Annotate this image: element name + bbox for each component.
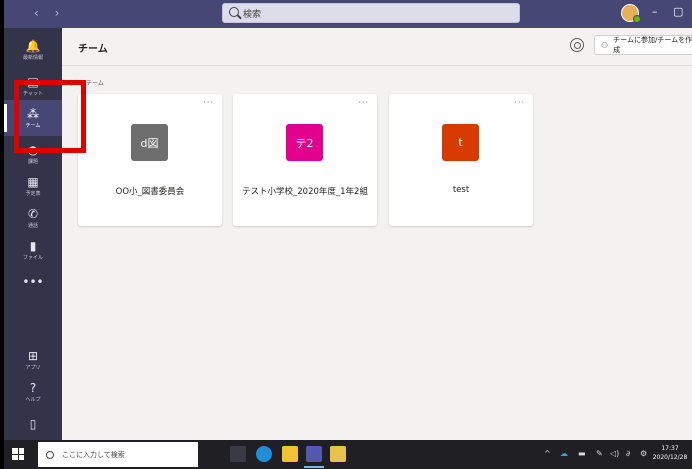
rail-item-activity[interactable]: 🔔 最新情報 <box>4 32 62 68</box>
device-icon: ▯ <box>29 417 37 431</box>
avatar[interactable] <box>621 4 641 23</box>
more-options-icon[interactable]: ··· <box>358 98 369 107</box>
gear-icon[interactable] <box>570 38 584 52</box>
team-name: OO小_図書委員会 <box>115 187 185 197</box>
more-options-icon[interactable]: ··· <box>203 98 214 107</box>
phone-icon: ✆ <box>27 206 39 221</box>
minimize-button[interactable]: – <box>652 5 658 18</box>
store-icon[interactable] <box>330 446 346 462</box>
rail-item-label: ヘルプ <box>25 396 41 403</box>
sync-icon[interactable]: ∂ <box>626 449 630 458</box>
screen-frame: ‹ › 検索 – ▢ 🔔 最新情報 ▤ チャット ⁂ チーム ◓ 課題 ▦ 予定… <box>0 0 692 469</box>
team-card[interactable]: ··· t test <box>389 94 533 226</box>
search-icon <box>229 7 239 17</box>
teams-window: ‹ › 検索 – ▢ 🔔 最新情報 ▤ チャット ⁂ チーム ◓ 課題 ▦ 予定… <box>4 0 692 469</box>
volume-icon[interactable]: ◁) <box>610 449 619 458</box>
team-name: test <box>452 185 470 195</box>
rail-item-apps[interactable]: ⊞ アプリ <box>4 342 62 378</box>
more-icon: ••• <box>22 275 44 289</box>
title-bar: ‹ › 検索 – ▢ <box>4 0 692 28</box>
rail-item-label: アプリ <box>25 364 41 371</box>
team-avatar: t <box>442 124 479 161</box>
taskbar-clock[interactable]: 17:37 2020/12/28 <box>652 444 688 462</box>
tray-chevron-icon[interactable]: ^ <box>544 449 551 458</box>
join-or-create-team-button[interactable]: ⚇ チームに参加/チームを作成 <box>594 35 692 55</box>
rail-item-help[interactable]: ? ヘルプ <box>4 374 62 410</box>
team-avatar: テ2 <box>286 124 323 161</box>
team-card[interactable]: ··· テ2 テスト小学校_2020年度_1年2組 <box>233 94 377 226</box>
rail-item-calls[interactable]: ✆ 通話 <box>4 200 62 236</box>
search-icon <box>46 450 54 459</box>
team-card[interactable]: ··· d図 OO小_図書委員会 <box>78 94 222 226</box>
folder-icon[interactable] <box>282 446 298 462</box>
clock-date: 2020/12/28 <box>652 454 688 461</box>
settings-tray-icon[interactable]: ⚙ <box>640 449 647 458</box>
file-icon: ▮ <box>29 238 37 253</box>
team-avatar: d図 <box>131 124 168 161</box>
network-icon[interactable]: ▬ <box>578 449 586 458</box>
cloud-icon[interactable]: ☁ <box>560 449 568 458</box>
search-box[interactable]: 検索 <box>222 3 520 23</box>
maximize-button[interactable]: ▢ <box>673 5 683 18</box>
taskbar-search-placeholder: ここに入力して検索 <box>62 450 125 459</box>
teams-taskbar-icon[interactable] <box>304 446 324 468</box>
rail-item-files[interactable]: ▮ ファイル <box>4 232 62 268</box>
rail-item-label: 最新情報 <box>22 54 43 61</box>
join-button-label: チームに参加/チームを作成 <box>613 36 692 54</box>
windows-taskbar: ここに入力して検索 ^ ☁ ▬ ✎ ◁) ∂ ⚙ 17:37 2020/12/2… <box>4 440 692 469</box>
page-title: チーム <box>78 44 108 55</box>
help-icon: ? <box>29 380 37 395</box>
taskbar-search[interactable]: ここに入力して検索 <box>38 442 198 467</box>
more-options-icon[interactable]: ··· <box>514 98 525 107</box>
rail-item-label: 予定表 <box>25 190 41 197</box>
pen-icon[interactable]: ✎ <box>596 449 603 458</box>
team-name: テスト小学校_2020年度_1年2組 <box>242 187 368 197</box>
bell-icon: 🔔 <box>25 38 41 53</box>
rail-item-more[interactable]: ••• <box>4 264 62 300</box>
search-placeholder: 検索 <box>243 10 262 20</box>
rail-item-device[interactable]: ▯ <box>4 406 62 442</box>
rail-item-calendar[interactable]: ▦ 予定表 <box>4 168 62 204</box>
highlight-box <box>14 80 86 153</box>
windows-start-icon[interactable] <box>12 448 24 460</box>
rail-item-label: 課題 <box>27 158 38 165</box>
rail-item-label: 通話 <box>27 222 38 229</box>
people-add-icon: ⚇ <box>601 40 609 50</box>
clock-time: 17:37 <box>661 445 679 452</box>
content-header: チーム ⚇ チームに参加/チームを作成 <box>62 28 692 66</box>
rail-item-label: ファイル <box>22 254 43 261</box>
calendar-icon: ▦ <box>27 174 39 189</box>
nav-arrows[interactable]: ‹ › <box>34 6 65 20</box>
apps-icon: ⊞ <box>27 348 39 363</box>
edge-icon[interactable] <box>256 446 272 462</box>
presence-icon <box>633 15 641 23</box>
task-view-icon[interactable] <box>230 446 246 462</box>
